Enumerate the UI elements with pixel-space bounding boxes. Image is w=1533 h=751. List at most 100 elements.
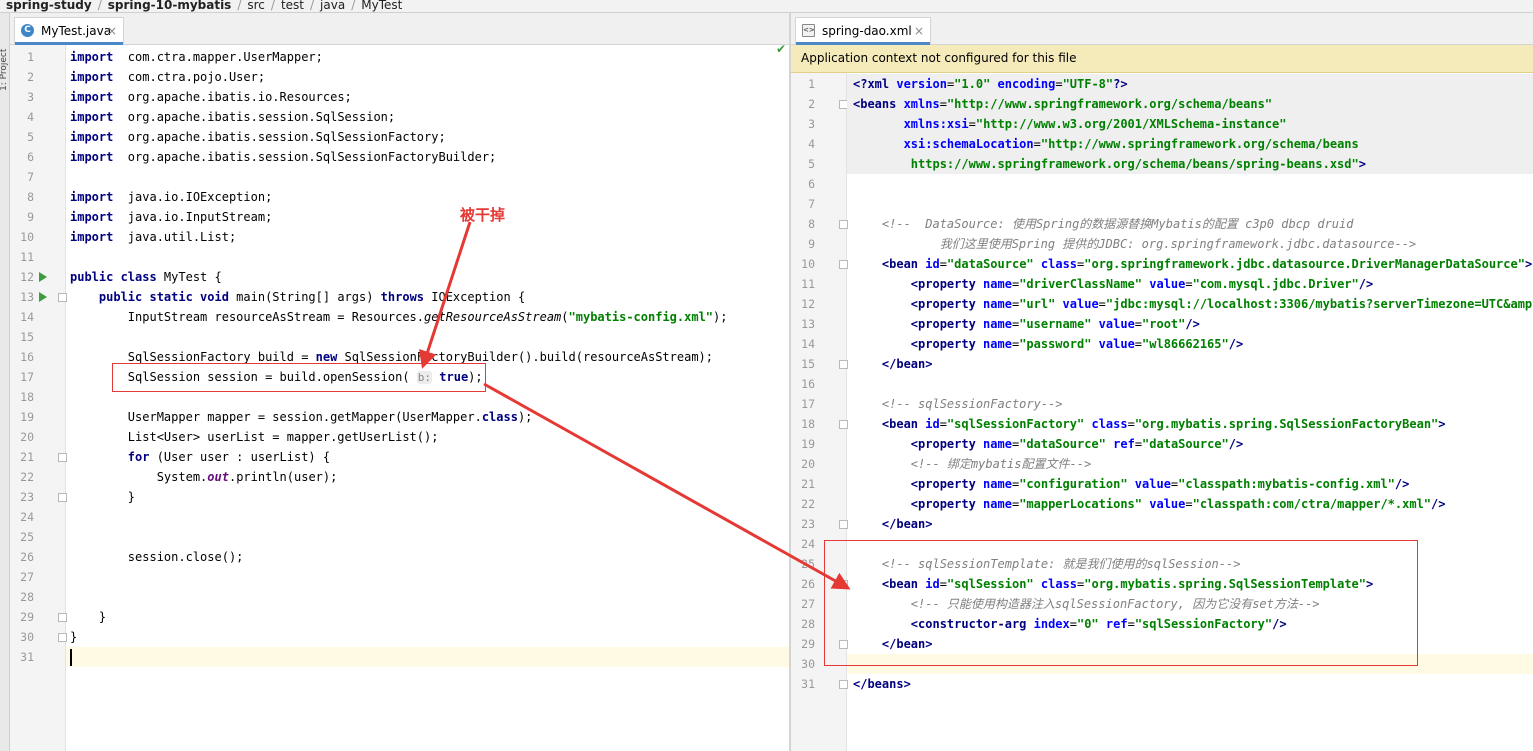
breadcrumb-item[interactable]: test [281, 0, 304, 11]
close-icon[interactable]: × [107, 18, 117, 44]
code-line[interactable]: session.close(); [66, 547, 789, 567]
line-number: 22 [20, 470, 34, 484]
run-icon[interactable] [39, 292, 47, 302]
tab-mytest-java[interactable]: C MyTest.java × [14, 17, 124, 45]
code-line[interactable]: <property name="url" value="jdbc:mysql:/… [847, 294, 1533, 314]
code-token: name [983, 437, 1012, 451]
code-line[interactable]: </bean> [847, 514, 1533, 534]
tab-spring-dao-xml[interactable]: <> spring-dao.xml × [795, 17, 931, 45]
code-line[interactable]: import java.util.List; [66, 227, 789, 247]
code-line[interactable]: xmlns:xsi="http://www.w3.org/2001/XMLSch… [847, 114, 1533, 134]
breadcrumb-item[interactable]: src [247, 0, 265, 11]
code-line[interactable]: https://www.springframework.org/schema/b… [847, 154, 1533, 174]
project-tool-strip[interactable]: 1: Project [0, 13, 10, 751]
code-line[interactable]: xsi:schemaLocation="http://www.springfra… [847, 134, 1533, 154]
code-line[interactable]: System.out.println(user); [66, 467, 789, 487]
line-number: 19 [20, 410, 34, 424]
project-tool-label[interactable]: 1: Project [0, 31, 9, 91]
code-line[interactable] [847, 374, 1533, 394]
code-line[interactable]: <!-- DataSource: 使用Spring的数据源替换Mybatis的配… [847, 214, 1533, 234]
code-token: session.close(); [70, 550, 244, 564]
code-token: "org.springframework.jdbc.datasource.Dri… [1084, 257, 1525, 271]
line-number: 18 [20, 390, 34, 404]
breadcrumb-item[interactable]: MyTest [361, 0, 402, 11]
code-token: java.util.List; [113, 230, 237, 244]
code-token: org.apache.ibatis.session.SqlSession; [113, 110, 396, 124]
code-token: value [1098, 317, 1135, 331]
code-token: "password" [1019, 337, 1092, 351]
code-line[interactable]: import org.apache.ibatis.session.SqlSess… [66, 127, 789, 147]
code-line[interactable] [66, 507, 789, 527]
code-line[interactable]: import java.io.IOException; [66, 187, 789, 207]
code-token: import [70, 230, 114, 244]
line-number: 16 [801, 377, 815, 391]
code-line[interactable] [847, 194, 1533, 214]
code-line[interactable] [66, 247, 789, 267]
code-line[interactable] [66, 567, 789, 587]
code-line[interactable]: import com.ctra.pojo.User; [66, 67, 789, 87]
code-line[interactable]: import java.io.InputStream; [66, 207, 789, 227]
line-number: 25 [801, 557, 815, 571]
code-line[interactable]: <property name="dataSource" ref="dataSou… [847, 434, 1533, 454]
code-token: > [1358, 157, 1366, 171]
code-token: /> [1431, 497, 1446, 511]
code-line[interactable]: <property name="configuration" value="cl… [847, 474, 1533, 494]
code-line[interactable]: <bean id="dataSource" class="org.springf… [847, 254, 1533, 274]
code-line[interactable]: List<User> userList = mapper.getUserList… [66, 427, 789, 447]
line-number: 10 [801, 257, 815, 271]
code-line[interactable]: } [66, 627, 789, 647]
code-line[interactable]: public static void main(String[] args) t… [66, 287, 789, 307]
code-line[interactable]: </beans> [847, 674, 1533, 694]
code-line[interactable]: </bean> [847, 354, 1533, 374]
code-line[interactable]: <property name="username" value="root"/> [847, 314, 1533, 334]
code-line[interactable]: <property name="mapperLocations" value="… [847, 494, 1533, 514]
code-line[interactable]: } [66, 487, 789, 507]
breadcrumb-item[interactable]: spring-study [6, 0, 92, 11]
code-line[interactable] [66, 647, 789, 667]
code-token: ( [561, 310, 569, 324]
breadcrumb-item[interactable]: spring-10-mybatis [108, 0, 232, 11]
code-token: 我们这里使用Spring 提供的JDBC: org.springframewor… [881, 237, 1417, 251]
close-icon[interactable]: × [914, 18, 924, 44]
code-token: xsi:schemaLocation [903, 137, 1034, 151]
code-token: org.apache.ibatis.session.SqlSessionFact… [113, 150, 497, 164]
code-token: } [70, 490, 136, 504]
code-line[interactable] [66, 587, 789, 607]
line-number: 30 [801, 657, 815, 671]
code-line[interactable]: 我们这里使用Spring 提供的JDBC: org.springframewor… [847, 234, 1533, 254]
code-line[interactable] [847, 174, 1533, 194]
code-line[interactable]: import org.apache.ibatis.session.SqlSess… [66, 107, 789, 127]
code-line[interactable]: <bean id="sqlSessionFactory" class="org.… [847, 414, 1533, 434]
code-line[interactable] [66, 327, 789, 347]
code-line[interactable]: <!-- sqlSessionFactory--> [847, 394, 1533, 414]
breadcrumb-item[interactable]: java [320, 0, 345, 11]
line-number: 25 [20, 530, 34, 544]
inspection-ok-icon[interactable]: ✔ [776, 42, 786, 56]
code-line[interactable]: <property name="password" value="wl86662… [847, 334, 1533, 354]
code-line[interactable]: <property name="driverClassName" value="… [847, 274, 1533, 294]
code-token: "driverClassName" [1019, 277, 1143, 291]
code-line[interactable]: <beans xmlns="http://www.springframework… [847, 94, 1533, 114]
java-code-editor[interactable]: import com.ctra.mapper.UserMapper; import… [66, 45, 789, 751]
code-line[interactable] [66, 167, 789, 187]
breadcrumb-separator: / [270, 0, 275, 12]
code-line[interactable]: InputStream resourceAsStream = Resources… [66, 307, 789, 327]
code-line[interactable]: } [66, 607, 789, 627]
code-line[interactable] [66, 527, 789, 547]
run-icon[interactable] [39, 272, 47, 282]
code-token: value [1062, 297, 1099, 311]
code-token: import [70, 150, 114, 164]
code-line[interactable]: import com.ctra.mapper.UserMapper; [66, 47, 789, 67]
code-line[interactable]: <?xml version="1.0" encoding="UTF-8"?> [847, 74, 1533, 94]
line-number: 9 [27, 210, 34, 224]
code-line[interactable]: for (User user : userList) { [66, 447, 789, 467]
code-line[interactable]: import org.apache.ibatis.session.SqlSess… [66, 147, 789, 167]
code-line[interactable]: UserMapper mapper = session.getMapper(Us… [66, 407, 789, 427]
code-line[interactable]: public class MyTest { [66, 267, 789, 287]
code-line[interactable]: import org.apache.ibatis.io.Resources; [66, 87, 789, 107]
code-line[interactable]: <!-- 绑定mybatis配置文件--> [847, 454, 1533, 474]
